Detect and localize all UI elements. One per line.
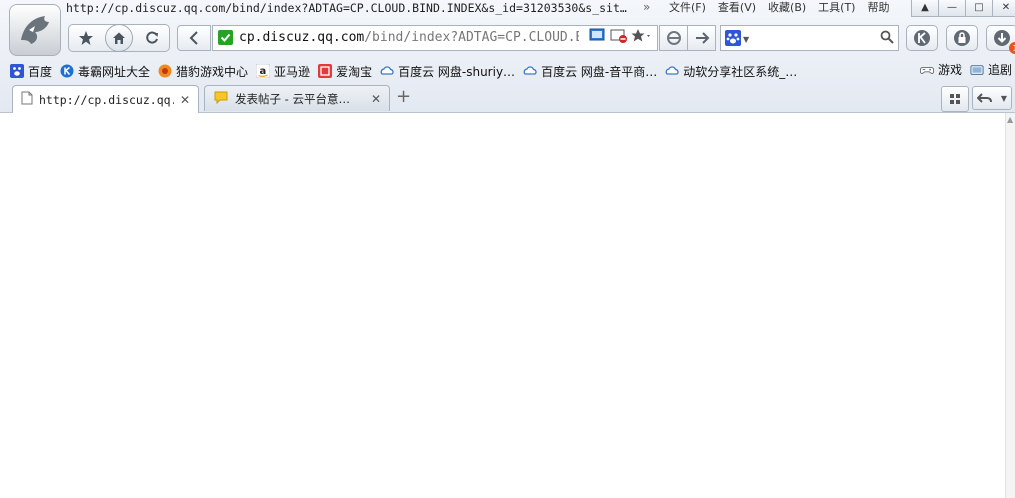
home-icon[interactable] — [105, 23, 133, 52]
lock-icon — [954, 30, 970, 46]
baidu-cloud-icon — [380, 64, 394, 78]
menu-view[interactable]: 查看(V) — [712, 0, 762, 16]
address-icons — [589, 28, 653, 47]
cheetah-game-icon — [158, 64, 172, 78]
bookmark-duba[interactable]: 毒霸网址大全 — [60, 63, 150, 80]
tab-label: 发表帖子 - 云平台意… — [235, 91, 350, 106]
taobao-icon — [318, 64, 333, 78]
bookmark-label: 追剧 — [988, 63, 1013, 77]
bookmark-baidu-cloud-2[interactable]: 百度云 网盘-音平商… — [523, 63, 657, 80]
menu-favorites[interactable]: 收藏(B) — [762, 0, 812, 16]
bookmark-label: 百度云 网盘-音平商… — [541, 64, 658, 79]
kingsoft-k-button[interactable] — [906, 25, 938, 51]
tab-discuz[interactable]: http://cp.discuz.qq.… ✕ — [12, 85, 199, 113]
bookmark-liebao-games[interactable]: 猎豹游戏中心 — [158, 63, 248, 80]
ie-compat-icon[interactable] — [659, 25, 688, 51]
chat-bubble-icon — [213, 90, 229, 107]
block-popup-icon[interactable] — [610, 28, 628, 47]
address-host: cp.discuz.qq.com — [239, 30, 365, 45]
baidu-paw-icon — [725, 30, 741, 49]
add-favorite-star-icon[interactable] — [631, 28, 653, 47]
k-circle-icon — [60, 64, 74, 78]
chevron-down-icon: ▼ — [743, 35, 750, 44]
page-content — [0, 113, 1005, 498]
menu-collapse-chevron-icon[interactable]: » — [643, 0, 650, 14]
baidu-cloud-icon — [523, 64, 537, 78]
bookmark-label: 百度云 网盘-shuriy… — [398, 64, 516, 79]
window-title-url: http://cp.discuz.qq.com/bind/index?ADTAG… — [66, 1, 627, 15]
nav-button-group — [68, 23, 170, 52]
baidu-cloud-icon — [665, 64, 679, 78]
secure-check-icon — [218, 30, 233, 45]
bookmark-label: 猎豹游戏中心 — [176, 64, 249, 79]
close-window-button[interactable]: ✕ — [992, 0, 1015, 17]
tv-icon — [970, 63, 984, 77]
vertical-scrollbar[interactable]: ▲ — [1005, 113, 1015, 498]
undo-close-tab-button[interactable]: ▼ — [972, 86, 1012, 110]
menu-help[interactable]: 帮助 — [861, 0, 895, 16]
search-engine-selector[interactable]: ▼ — [725, 30, 749, 49]
download-button[interactable]: 1 — [986, 25, 1015, 54]
bookmarks-bar-right: 游戏 追剧 — [920, 61, 1015, 78]
page-doc-icon — [21, 91, 33, 108]
undo-arrow-icon — [977, 93, 992, 103]
baidu-paw-icon — [10, 64, 24, 78]
refresh-icon[interactable] — [137, 26, 167, 50]
bookmark-amazon[interactable]: a 亚马逊 — [256, 63, 310, 80]
compat-mode-icon[interactable] — [589, 28, 607, 47]
close-icon[interactable]: ✕ — [371, 92, 381, 106]
download-count-badge: 1 — [1009, 42, 1015, 54]
k-circle-icon — [914, 30, 930, 46]
tab-post[interactable]: 发表帖子 - 云平台意… ✕ — [204, 85, 390, 111]
bookmark-label: 爱淘宝 — [336, 64, 373, 79]
gamepad-icon — [920, 63, 934, 77]
bookmark-label: 毒霸网址大全 — [78, 64, 151, 79]
menu-bar: 文件(F) 查看(V) 收藏(B) 工具(T) 帮助 — [663, 0, 895, 16]
go-arrow-icon[interactable] — [687, 25, 716, 51]
close-icon[interactable]: ✕ — [180, 93, 190, 107]
tab-label: http://cp.discuz.qq.… — [39, 92, 174, 107]
address-bar[interactable]: cp.discuz.qq.com/bind/index?ADTAG=CP.CLO… — [212, 25, 658, 51]
bookmark-label: 百度 — [28, 64, 53, 79]
window-controls: ▲ — □ ✕ — [911, 0, 1015, 17]
search-box: ▼ — [720, 25, 899, 51]
bookmarks-bar: 百度 毒霸网址大全 猎豹游戏中心 a 亚马逊 爱淘宝 百度云 网盘-shuriy… — [10, 61, 805, 81]
back-button[interactable] — [177, 25, 211, 51]
amazon-icon: a — [256, 64, 271, 78]
minimize-button[interactable]: — — [938, 0, 966, 17]
bookmark-label: 游戏 — [938, 63, 963, 77]
bookmark-drama[interactable]: 追剧 — [970, 61, 1012, 78]
search-icon[interactable] — [880, 30, 894, 47]
address-url[interactable]: cp.discuz.qq.com/bind/index?ADTAG=CP.CLO… — [239, 30, 579, 48]
tab-grid-icon[interactable] — [941, 86, 969, 112]
bookmark-baidu[interactable]: 百度 — [10, 63, 52, 80]
bookmark-games[interactable]: 游戏 — [920, 61, 962, 78]
menu-file[interactable]: 文件(F) — [663, 0, 712, 16]
tab-controls: ▼ — [938, 86, 1012, 112]
bookmark-label: 亚马逊 — [274, 64, 311, 79]
pin-up-icon[interactable]: ▲ — [911, 0, 939, 17]
chevron-down-icon: ▼ — [1000, 93, 1007, 103]
tab-bar: http://cp.discuz.qq.… ✕ 发表帖子 - 云平台意… ✕ +… — [0, 84, 1015, 113]
bookmark-baidu-cloud-1[interactable]: 百度云 网盘-shuriy… — [380, 63, 515, 80]
bookmark-ai-taobao[interactable]: 爱淘宝 — [318, 63, 372, 80]
bookmark-dongruan[interactable]: 动软分享社区系统_… — [665, 63, 797, 80]
new-tab-plus-icon[interactable]: + — [396, 88, 411, 106]
search-input[interactable] — [755, 29, 877, 47]
favorite-star-icon[interactable] — [71, 26, 101, 50]
scroll-up-icon[interactable]: ▲ — [1007, 115, 1013, 124]
privacy-lock-button[interactable] — [946, 25, 978, 51]
browser-chrome: http://cp.discuz.qq.com/bind/index?ADTAG… — [0, 0, 1015, 113]
browser-logo-icon[interactable] — [9, 4, 61, 56]
bookmark-label: 动软分享社区系统_… — [683, 64, 798, 79]
address-path: /bind/index?ADTAG=CP.CLOUD.BIND.INDEX&s_… — [364, 30, 579, 45]
download-icon — [994, 30, 1010, 46]
maximize-button[interactable]: □ — [965, 0, 993, 17]
menu-tools[interactable]: 工具(T) — [812, 0, 861, 16]
go-button-group — [659, 25, 716, 51]
